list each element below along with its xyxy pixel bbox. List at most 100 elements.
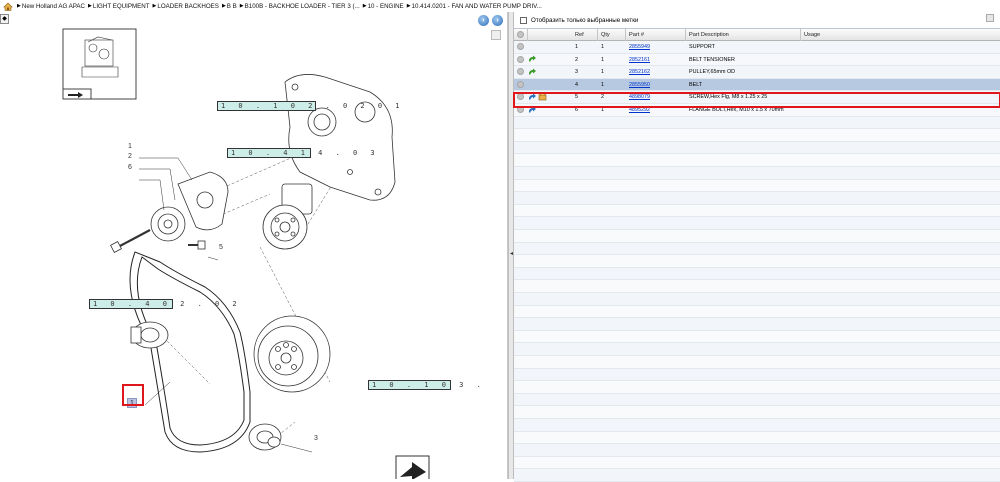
column-part-number[interactable]: Part # (626, 29, 686, 41)
ref-label-10-102[interactable]: 1 0 . 1 0 2 . 0 2 0 1 (217, 101, 400, 111)
column-ref[interactable]: Ref (572, 29, 598, 41)
belt-tensioner-part (150, 171, 229, 242)
empty-row (514, 419, 1000, 432)
empty-row (514, 368, 1000, 382)
row-select-icon[interactable] (517, 68, 524, 76)
cell-ref: 4 (575, 81, 578, 88)
cell-ref: 3 (575, 69, 578, 76)
replacement-arrow-icon[interactable] (528, 68, 537, 76)
row-icons[interactable] (514, 104, 554, 116)
empty-row (514, 330, 1000, 344)
engine-thumbnail[interactable] (62, 28, 137, 100)
row-icons[interactable] (514, 79, 554, 91)
breadcrumb-item[interactable]: 10 - ENGINE (368, 3, 404, 10)
package-icon[interactable] (538, 93, 547, 101)
table-row[interactable]: 4 1 2855950 BELT (514, 78, 1000, 92)
replacement-arrow-icon[interactable] (528, 55, 537, 63)
breadcrumb-item-current: 10.414.0201 - FAN AND WATER PUMP DRIV... (411, 2, 542, 10)
flange-bolt-part (110, 229, 151, 253)
cell-part-number[interactable]: 2855950 (626, 79, 686, 91)
table-row[interactable]: 1 1 2855949 SUPPORT (514, 41, 1000, 54)
empty-row (514, 456, 1000, 470)
cell-description: SCREW,Hex Flg, M8 x 1.25 x 25 (689, 94, 768, 101)
crankshaft-damper-part (253, 315, 331, 393)
cell-qty: 1 (601, 56, 604, 63)
breadcrumb-item[interactable]: B B (227, 3, 237, 10)
cell-usage (801, 41, 1000, 53)
column-usage[interactable]: Usage (801, 29, 1000, 41)
table-row[interactable]: 6 1 4895292 FLANGE BOLT,Hex, M10 x 1.5 x 70… (514, 104, 1000, 117)
row-icons[interactable] (514, 54, 554, 66)
empty-row (514, 116, 1000, 130)
callout-6: 6 (128, 164, 132, 171)
cell-part-number[interactable]: 2852161 (626, 54, 686, 66)
cell-usage (801, 104, 1000, 116)
row-icons[interactable] (514, 41, 554, 53)
cell-ref: 1 (575, 44, 578, 50)
breadcrumb-arrow-icon: ▶ (362, 3, 367, 9)
empty-row (514, 179, 1000, 193)
idler-pulley-part (130, 321, 169, 349)
table-row[interactable]: 5 2 4898079 SCREW,Hex Flg, M8 x 1.25 x 25 (514, 91, 1000, 104)
filter-bar: Отобразить только выбранные метки (514, 14, 1000, 26)
selected-hotspot[interactable]: 1 (127, 398, 137, 408)
part-number-link[interactable]: 2855949 (629, 44, 650, 50)
ref-label-10-414[interactable]: 1 0 . 4 1 4 . 0 3 (227, 148, 375, 158)
ref-label-10-402[interactable]: 1 0 . 4 0 2 . 0 2 (89, 299, 237, 309)
table-row[interactable]: 3 1 2852162 PULLEY,65mm OD (514, 66, 1000, 79)
export-diagram-icon[interactable] (395, 455, 430, 479)
row-select-icon[interactable] (517, 80, 524, 88)
empty-row (514, 192, 1000, 205)
ref-label-10-103[interactable]: 1 0 . 1 0 3 . (368, 380, 481, 390)
empty-row (514, 469, 1000, 482)
show-selected-checkbox[interactable] (520, 16, 527, 24)
home-icon[interactable] (3, 2, 13, 11)
breadcrumb-item[interactable]: New Holland AG APAC (22, 3, 85, 10)
cell-description: BELT TENSIONER (689, 56, 735, 63)
row-icons[interactable] (514, 66, 554, 78)
part-number-link[interactable]: 2852161 (629, 57, 650, 63)
table-header: Ref Qty Part # Part Description Usage (514, 29, 1000, 41)
cell-part-number[interactable]: 2855949 (626, 41, 686, 53)
empty-row (514, 242, 1000, 256)
cell-qty: 1 (601, 69, 604, 76)
part-number-link[interactable]: 4898079 (629, 94, 650, 100)
part-number-link[interactable]: 4895292 (629, 107, 650, 113)
column-qty[interactable]: Qty (598, 29, 626, 41)
breadcrumb-item[interactable]: B100B - BACKHOE LOADER - TIER 3 (... (245, 3, 360, 10)
cell-ref: 6 (575, 107, 578, 113)
row-select-icon[interactable] (517, 55, 524, 63)
parts-list-pane: Отобразить только выбранные метки Ref Qt… (513, 12, 1000, 482)
empty-row (514, 305, 1000, 319)
select-all-icon[interactable] (514, 29, 528, 41)
part-number-link[interactable]: 2855950 (629, 82, 650, 88)
callout-3: 3 (314, 435, 318, 442)
cell-description: FLANGE BOLT,Hex, M10 x 1.5 x 70mm (689, 107, 784, 113)
cell-part-number[interactable]: 4895292 (626, 104, 686, 116)
options-icon[interactable] (986, 14, 994, 22)
row-select-icon[interactable] (517, 106, 524, 114)
empty-row (514, 318, 1000, 331)
part-number-link[interactable]: 2852162 (629, 69, 650, 75)
callout-5: 5 (219, 244, 223, 251)
collapse-arrow-icon[interactable]: ◂ (510, 250, 513, 257)
link-arrow-icon[interactable] (528, 106, 537, 114)
row-icons[interactable] (514, 91, 554, 103)
breadcrumb-item[interactable]: LIGHT EQUIPMENT (93, 3, 150, 10)
row-select-icon[interactable] (517, 93, 524, 101)
empty-row (514, 167, 1000, 180)
breadcrumb: ▶ New Holland AG APAC ▶ LIGHT EQUIPMENT … (0, 0, 1000, 12)
cell-usage (801, 79, 1000, 91)
table-row[interactable]: 2 1 2852161 BELT TENSIONER (514, 54, 1000, 67)
empty-row (514, 141, 1000, 155)
row-select-icon[interactable] (517, 43, 524, 51)
breadcrumb-item[interactable]: LOADER BACKHOES (157, 3, 219, 10)
empty-row (514, 393, 1000, 407)
cell-ref: 5 (575, 94, 578, 101)
empty-row (514, 444, 1000, 457)
cell-part-number[interactable]: 4898079 (626, 91, 686, 103)
cell-part-number[interactable]: 2852162 (626, 66, 686, 78)
link-arrow-icon[interactable] (528, 93, 537, 101)
column-part-description[interactable]: Part Description (686, 29, 801, 41)
cell-ref: 2 (575, 56, 578, 63)
